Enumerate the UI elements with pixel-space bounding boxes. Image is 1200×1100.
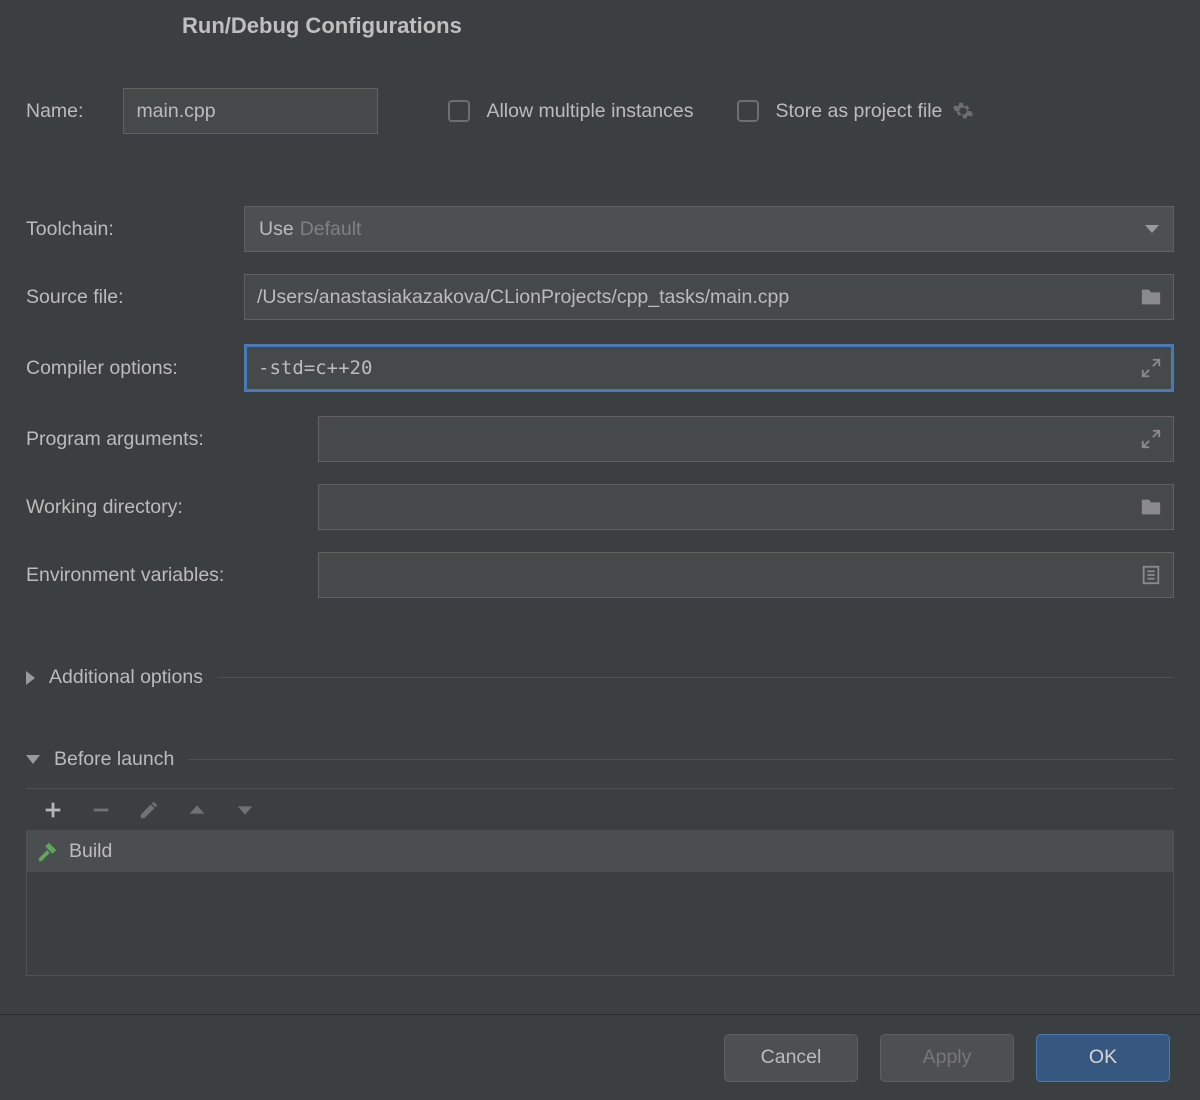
folder-icon[interactable] [1140, 496, 1162, 518]
move-down-icon[interactable] [234, 799, 256, 821]
gear-icon[interactable] [952, 100, 974, 122]
compiler-options-value: -std=c++20 [258, 357, 372, 379]
divider [188, 759, 1174, 760]
toolchain-label: Toolchain: [26, 218, 244, 241]
dialog-title: Run/Debug Configurations [0, 13, 1200, 39]
before-launch-label: Before launch [54, 748, 174, 771]
source-file-value: /Users/anastasiakazakova/CLionProjects/c… [257, 286, 789, 309]
toolchain-value: Default [300, 218, 362, 241]
source-file-input[interactable]: /Users/anastasiakazakova/CLionProjects/c… [244, 274, 1174, 320]
name-input[interactable] [123, 88, 378, 134]
working-directory-label: Working directory: [26, 496, 318, 519]
dialog-button-bar: Cancel Apply OK [0, 1014, 1200, 1100]
toolchain-select[interactable]: Use Default [244, 206, 1174, 252]
checkbox-icon [448, 100, 470, 122]
store-project-file-label: Store as project file [775, 100, 942, 123]
move-up-icon[interactable] [186, 799, 208, 821]
apply-button[interactable]: Apply [880, 1034, 1014, 1082]
chevron-right-icon [26, 671, 35, 685]
working-directory-input[interactable] [318, 484, 1174, 530]
allow-multiple-checkbox[interactable]: Allow multiple instances [448, 100, 693, 123]
list-item-label: Build [69, 840, 112, 863]
store-project-file-checkbox[interactable]: Store as project file [737, 100, 942, 123]
add-icon[interactable] [42, 799, 64, 821]
toolchain-prefix: Use [259, 218, 294, 241]
expand-icon[interactable] [1140, 357, 1162, 379]
list-icon[interactable] [1140, 564, 1162, 586]
before-launch-section[interactable]: Before launch [26, 748, 1174, 771]
allow-multiple-label: Allow multiple instances [486, 100, 693, 123]
chevron-down-icon [1145, 225, 1159, 233]
env-vars-label: Environment variables: [26, 564, 318, 587]
compiler-options-input[interactable]: -std=c++20 [244, 344, 1174, 392]
edit-icon[interactable] [138, 799, 160, 821]
compiler-options-label: Compiler options: [26, 357, 244, 380]
additional-options-section[interactable]: Additional options [26, 666, 1174, 689]
divider [217, 677, 1174, 678]
folder-icon[interactable] [1140, 286, 1162, 308]
source-file-label: Source file: [26, 286, 244, 309]
list-item[interactable]: Build [27, 830, 1173, 872]
ok-button[interactable]: OK [1036, 1034, 1170, 1082]
program-arguments-input[interactable] [318, 416, 1174, 462]
remove-icon[interactable] [90, 799, 112, 821]
hammer-icon [37, 840, 59, 862]
expand-icon[interactable] [1140, 428, 1162, 450]
env-vars-input[interactable] [318, 552, 1174, 598]
program-arguments-label: Program arguments: [26, 428, 318, 451]
before-launch-list[interactable]: Build [26, 830, 1174, 976]
cancel-button[interactable]: Cancel [724, 1034, 858, 1082]
chevron-down-icon [26, 755, 40, 764]
checkbox-icon [737, 100, 759, 122]
before-launch-toolbar [26, 788, 1174, 830]
additional-options-label: Additional options [49, 666, 203, 689]
name-label: Name: [26, 100, 83, 123]
